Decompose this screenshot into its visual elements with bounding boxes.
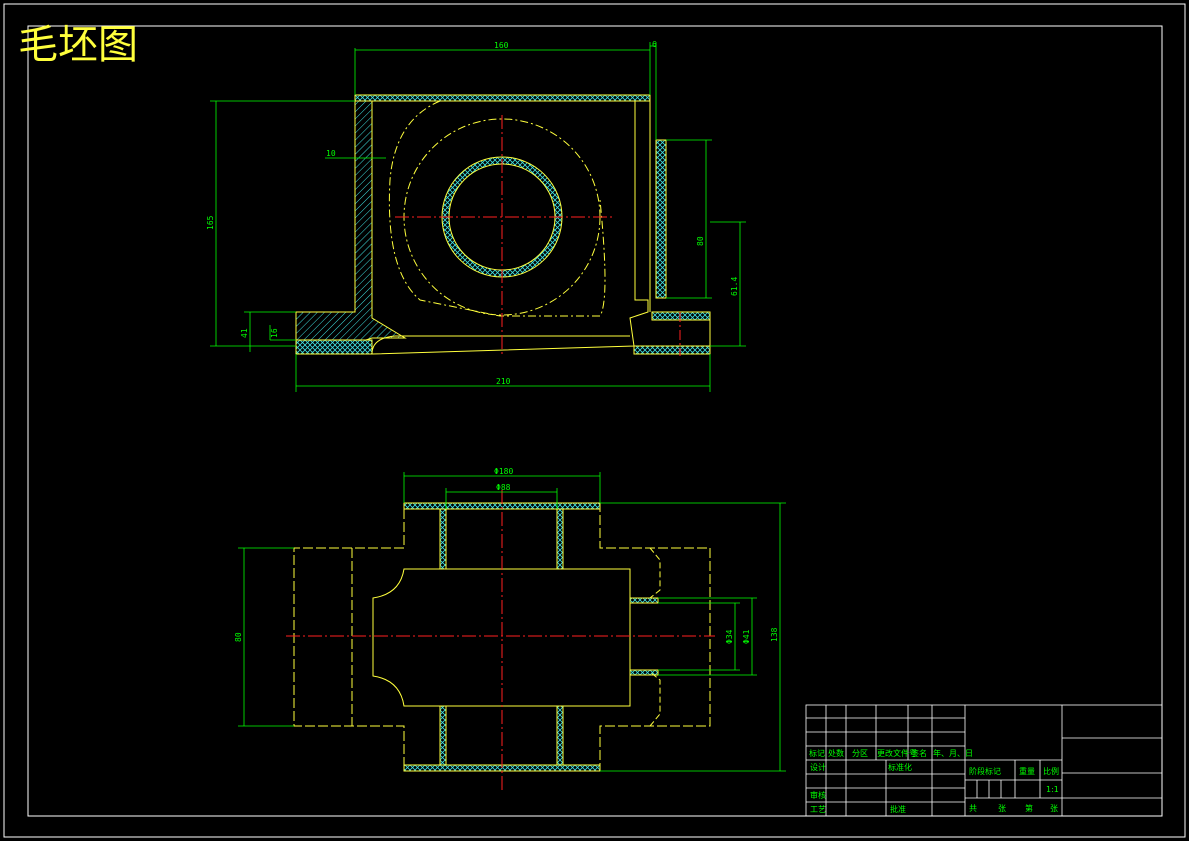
dim-left-height: 165 [206, 215, 215, 230]
dim-inner-wall: 10 [326, 149, 336, 158]
dim-inner-dia: Φ88 [496, 483, 511, 492]
dim-top-left-height: 80 [234, 632, 243, 642]
dim-left-small-b: 16 [270, 328, 279, 338]
front-view: 160 6 165 41 16 10 80 61.4 210 [206, 40, 746, 392]
tb-stage-mark: 阶段标记 [969, 766, 1001, 776]
bore-wall-right-bottom [556, 705, 564, 766]
tb-scale: 比例 [1043, 766, 1059, 776]
tb-mark: 标记 [809, 748, 825, 758]
side-bore-bottom [629, 669, 659, 676]
dim-bore-b: Φ41 [742, 629, 751, 644]
tb-sheet-no: 第 [1025, 803, 1033, 813]
title-block [805, 704, 1163, 817]
top-flange-section [354, 94, 651, 102]
inner-frame [27, 25, 1163, 817]
left-wall-section [295, 100, 407, 341]
tb-sign: 签名 [911, 748, 927, 758]
tb-review: 审核 [810, 790, 826, 800]
drawing-title: 毛坯图 [18, 22, 138, 68]
dim-right-height: 80 [696, 236, 705, 246]
cad-drawing-canvas: 毛坯图 160 6 165 41 16 10 80 61.4 210 Φ180 … [3, 3, 1186, 838]
tb-weight: 重量 [1019, 766, 1035, 776]
dim-left-small-a: 41 [240, 328, 249, 338]
title-block-text: 标记 处数 分区 更改文件号 签名 年、月、日 设计 标准化 审核 工艺 批准 … [809, 748, 1059, 814]
tb-count: 处数 [828, 748, 844, 758]
dim-bottom-width: 210 [496, 377, 511, 386]
tb-date: 年、月、日 [933, 748, 973, 758]
dim-top-width: 160 [494, 41, 509, 50]
bore-wall-right-top [556, 508, 564, 570]
dim-top-right: 6 [652, 40, 657, 49]
bore-wall-left-top [439, 508, 447, 570]
tb-total: 共 [969, 804, 977, 813]
bore-wall-left-bottom [439, 705, 447, 766]
tb-approve: 批准 [890, 804, 906, 814]
tb-design: 设计 [810, 762, 826, 772]
base-left-section [295, 339, 373, 355]
top-view: Φ180 Φ88 80 Φ34 Φ41 138 [234, 467, 786, 790]
side-bore-top [629, 597, 659, 604]
right-wall-section [655, 139, 667, 299]
right-foot-section [651, 311, 711, 321]
tb-unit2: 张 [1050, 804, 1058, 813]
dim-outer-dia: Φ180 [494, 467, 513, 476]
tb-unit1: 张 [998, 804, 1006, 813]
tb-zone: 分区 [852, 749, 868, 758]
dim-right-2: 61.4 [730, 277, 739, 296]
right-boss-dashed [649, 547, 661, 727]
dim-bore-a: Φ34 [725, 629, 734, 644]
dim-top-right-height: 138 [770, 627, 779, 642]
tb-standardize: 标准化 [888, 762, 912, 772]
base-right-section [633, 345, 711, 355]
tb-process: 工艺 [810, 805, 826, 814]
tb-scale-value: 1:1 [1046, 785, 1059, 794]
outer-frame [3, 3, 1186, 838]
